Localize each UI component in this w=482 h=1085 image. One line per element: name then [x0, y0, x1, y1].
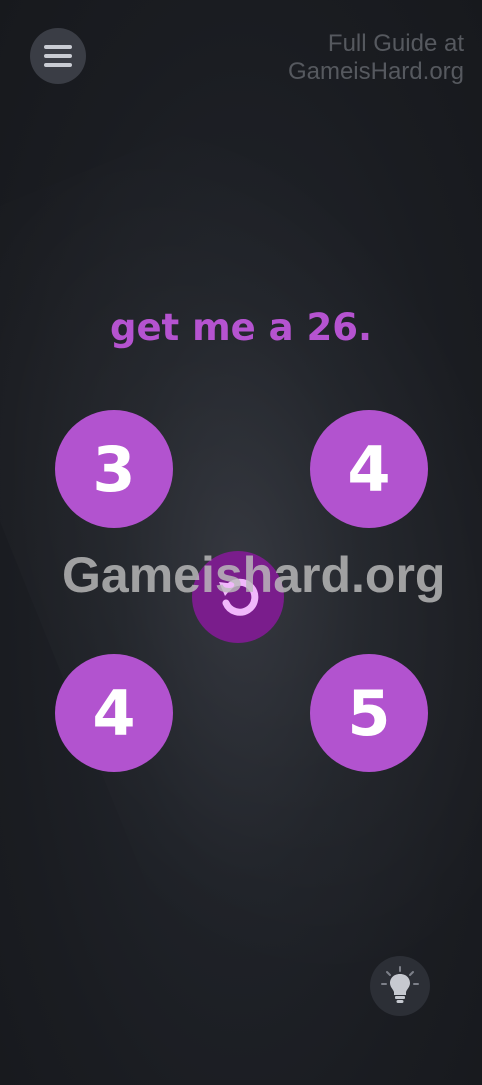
undo-icon: [219, 578, 259, 616]
guide-link-text: Full Guide at GameisHard.org: [288, 30, 464, 86]
number-tile[interactable]: 3: [55, 410, 173, 528]
guide-text-line1: Full Guide at: [327, 30, 464, 57]
undo-button[interactable]: [192, 551, 284, 643]
number-tile[interactable]: 5: [310, 654, 428, 772]
menu-button[interactable]: [30, 28, 86, 84]
number-tile[interactable]: 4: [55, 654, 173, 772]
guide-text-line2: GameisHard.org: [287, 58, 464, 85]
number-tile[interactable]: 4: [310, 410, 428, 528]
target-prompt: get me a 26.: [109, 306, 373, 349]
hint-button[interactable]: [370, 956, 430, 1016]
menu-icon: [44, 45, 72, 67]
lightbulb-icon: [381, 966, 419, 1003]
